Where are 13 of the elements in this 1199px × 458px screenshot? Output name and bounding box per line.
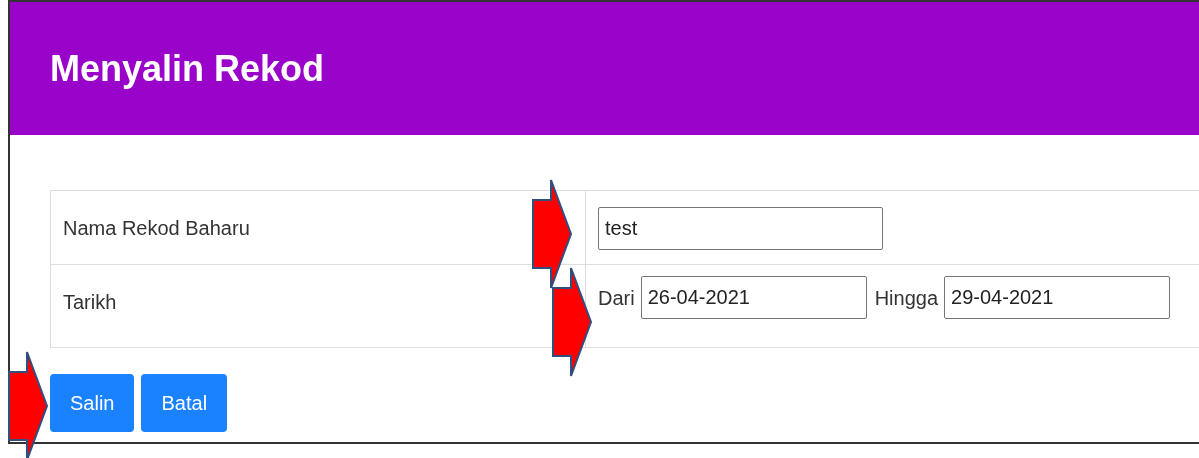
arrow-icon (7, 350, 49, 458)
arrow-icon (551, 266, 593, 378)
field-label: Tarikh (63, 291, 117, 313)
action-button[interactable]: Salin (50, 374, 135, 432)
field-label: Hingga (874, 285, 939, 311)
arrow-icon (531, 178, 573, 290)
input-field[interactable]: 29-04-2021 (944, 276, 1171, 319)
input-field[interactable]: test (598, 207, 883, 250)
field-label: Dari (598, 285, 635, 311)
action-button[interactable]: Batal (141, 374, 228, 432)
field-label: Nama Rekod Baharu (63, 217, 250, 239)
page-title: Menyalin Rekod (50, 46, 325, 91)
input-field[interactable]: 26-04-2021 (640, 276, 867, 319)
